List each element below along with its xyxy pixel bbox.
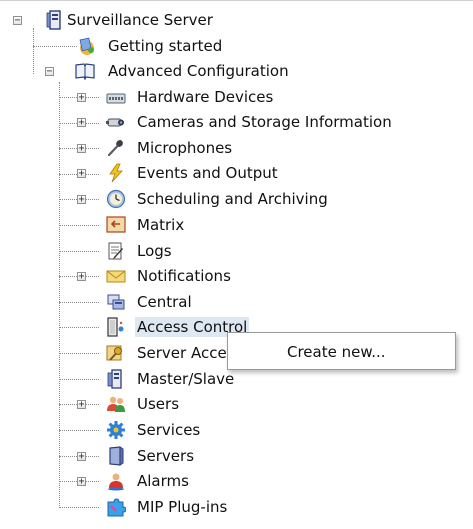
tree-item-logs[interactable]: Logs [137, 241, 172, 261]
tree-expander[interactable]: + [77, 399, 86, 409]
tree-expander[interactable]: + [77, 92, 86, 102]
tree-line [59, 327, 99, 328]
tree-item-notifications[interactable]: Notifications [137, 266, 231, 286]
tree-line [59, 430, 99, 431]
server-icon [45, 10, 65, 30]
create-new-menu-item[interactable]: Create new... [287, 342, 386, 362]
envelope-icon [106, 266, 126, 286]
tree-item-servers[interactable]: Servers [137, 446, 194, 466]
tree-expander[interactable]: + [77, 143, 86, 153]
servers-icon [106, 446, 126, 466]
access-control-icon [106, 317, 126, 337]
tree-item-getting-started[interactable]: Getting started [108, 36, 222, 56]
tree-item-events-output[interactable]: Events and Output [137, 163, 278, 183]
tree-expander[interactable]: − [13, 15, 22, 25]
tree-expander[interactable]: + [77, 271, 86, 281]
tree-item-surveillance-server[interactable]: Surveillance Server [67, 10, 213, 30]
tree-expander[interactable]: − [45, 66, 54, 76]
tree-expander[interactable]: + [77, 194, 86, 204]
users-icon [106, 394, 126, 414]
lightning-icon [106, 163, 126, 183]
tree-line [59, 82, 60, 508]
tree-expander[interactable]: + [77, 117, 86, 127]
book-icon [75, 61, 95, 81]
key-icon [106, 343, 126, 363]
central-icon [106, 292, 126, 312]
tree-line [59, 302, 99, 303]
tree-line [33, 28, 34, 74]
tree-item-central[interactable]: Central [137, 292, 192, 312]
tree-item-microphones[interactable]: Microphones [137, 138, 232, 158]
tree-item-alarms[interactable]: Alarms [137, 471, 189, 491]
tree-item-services[interactable]: Services [137, 420, 200, 440]
tree-line [59, 353, 99, 354]
tree-view: − Surveillance Server Getting started − … [0, 0, 473, 529]
tree-expander[interactable]: + [77, 451, 86, 461]
context-menu: Create new... [227, 332, 456, 370]
tree-item-mip-plugins[interactable]: MIP Plug-ins [137, 497, 227, 517]
tree-line [59, 507, 99, 508]
tree-item-users[interactable]: Users [137, 394, 179, 414]
tree-line [59, 379, 99, 380]
tree-item-hardware-devices[interactable]: Hardware Devices [137, 87, 273, 107]
tree-expander[interactable]: + [77, 476, 86, 486]
clock-icon [106, 189, 126, 209]
master-slave-icon [106, 369, 126, 389]
tree-item-matrix[interactable]: Matrix [137, 215, 184, 235]
matrix-icon [106, 215, 126, 235]
tree-line [59, 251, 99, 252]
tree-item-master-slave[interactable]: Master/Slave [137, 369, 234, 389]
tree-line [33, 46, 77, 47]
puzzle-icon [106, 497, 126, 517]
gear-icon [106, 420, 126, 440]
alarm-icon [106, 471, 126, 491]
log-icon [106, 241, 126, 261]
tree-expander[interactable]: + [77, 168, 86, 178]
tree-item-cameras-storage[interactable]: Cameras and Storage Information [137, 112, 392, 132]
tree-item-scheduling-archiving[interactable]: Scheduling and Archiving [137, 189, 328, 209]
microphone-icon [106, 138, 126, 158]
camera-icon [106, 112, 126, 132]
tree-item-advanced-configuration[interactable]: Advanced Configuration [108, 61, 289, 81]
getting-started-icon [77, 36, 97, 56]
hardware-device-icon [106, 87, 126, 107]
top-border [0, 0, 473, 1]
tree-line [59, 225, 99, 226]
